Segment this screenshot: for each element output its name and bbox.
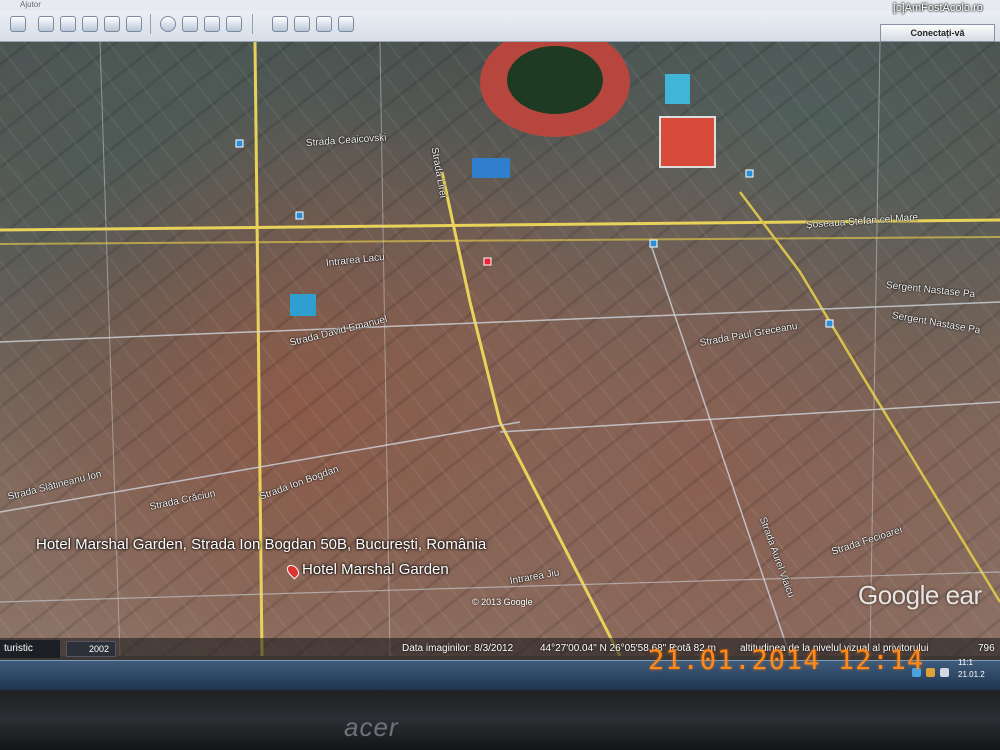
- stadium-pitch: [507, 46, 603, 114]
- satellite-map-view[interactable]: Intrarea Lacu Strada David Emanuel Strad…: [0, 42, 1000, 656]
- menu-strip: Ajutor: [0, 0, 1000, 11]
- imagery-date: Data imaginilor: 8/3/2012: [402, 643, 514, 654]
- imagery-year[interactable]: 2002: [66, 641, 116, 657]
- map-copyright: © 2013 Google: [472, 597, 533, 607]
- historical-imagery-icon[interactable]: [160, 16, 176, 32]
- place-name-label[interactable]: Hotel Marshal Garden: [302, 561, 449, 578]
- map-overlay: [0, 42, 1000, 656]
- path-icon[interactable]: [82, 16, 98, 32]
- image-overlay-icon[interactable]: [104, 16, 120, 32]
- pool-shape: [665, 74, 690, 104]
- clock-time: 11:1: [958, 658, 973, 667]
- eye-altitude-value: 796: [978, 643, 995, 654]
- taskbar-clock[interactable]: 11:1 21.01.2: [958, 657, 985, 681]
- email-icon[interactable]: [272, 16, 288, 32]
- app-toolbar: Ajutor Conectați-vă: [0, 0, 1000, 42]
- print-icon[interactable]: [294, 16, 310, 32]
- watermark: [c]AmFostAcolo.ro: [893, 2, 983, 14]
- volume-tray-icon[interactable]: [940, 668, 949, 677]
- monitor-screen: Ajutor Conectați-vă [c]AmFostAcolo.ro In…: [0, 0, 1000, 690]
- planets-icon[interactable]: [204, 16, 220, 32]
- monitor-brand-logo: acer: [344, 712, 399, 742]
- sunlight-icon[interactable]: [182, 16, 198, 32]
- arena-roof: [659, 116, 716, 168]
- sidebar-toggle-icon[interactable]: [10, 16, 26, 32]
- placemark-icon[interactable]: [38, 16, 54, 32]
- monitor-bezel: [0, 690, 1000, 750]
- camera-datestamp: 21.01.2014 12:14: [648, 645, 925, 676]
- pool-shape-3: [290, 294, 316, 316]
- save-image-icon[interactable]: [316, 16, 332, 32]
- google-earth-logo: Google ear: [858, 580, 982, 610]
- record-tour-icon[interactable]: [126, 16, 142, 32]
- polygon-icon[interactable]: [60, 16, 76, 32]
- menu-help[interactable]: Ajutor: [20, 0, 41, 9]
- place-address-label: Hotel Marshal Garden, Strada Ion Bogdan …: [36, 536, 487, 553]
- sign-in-button[interactable]: Conectați-vă: [880, 24, 995, 42]
- view-in-maps-icon[interactable]: [338, 16, 354, 32]
- pool-shape-2: [472, 158, 510, 178]
- clock-date: 21.01.2: [958, 670, 985, 679]
- layer-label[interactable]: turistic: [0, 640, 60, 658]
- battery-tray-icon[interactable]: [926, 668, 935, 677]
- photo-frame: Ajutor Conectați-vă [c]AmFostAcolo.ro In…: [0, 0, 1000, 750]
- ruler-icon[interactable]: [226, 16, 242, 32]
